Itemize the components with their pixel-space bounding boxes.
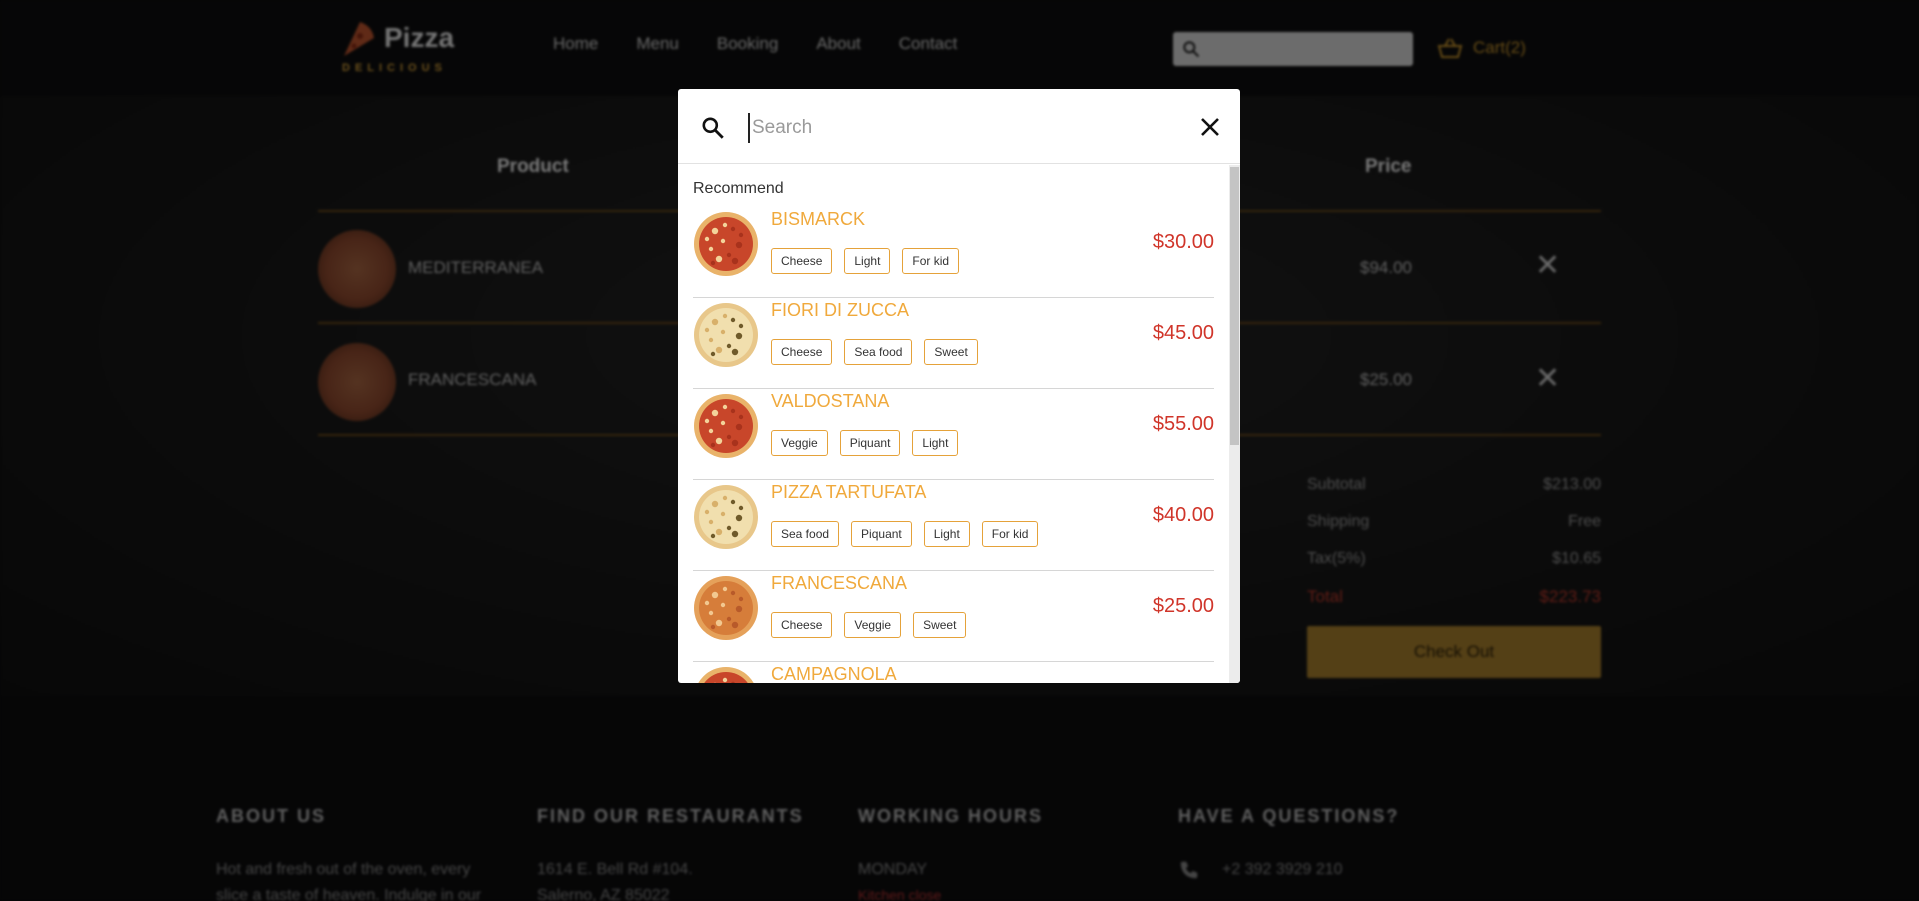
result-item-name[interactable]: BISMARCK (771, 209, 865, 230)
result-item-name[interactable]: VALDOSTANA (771, 391, 889, 412)
result-item-price: $25.00 (1152, 595, 1214, 617)
tag-chip[interactable]: Light (912, 430, 959, 456)
result-item-name[interactable]: FRANCESCANA (771, 573, 907, 594)
result-item-name[interactable]: FIORI DI ZUCCA (771, 300, 909, 321)
result-item[interactable]: FRANCESCANA Cheese Veggie Sweet $25.00 (693, 571, 1214, 662)
result-item[interactable]: BISMARCK Cheese Light For kid $30.00 (693, 207, 1214, 298)
result-item-tags: Cheese Veggie Sweet (771, 612, 967, 638)
pizza-thumbnail (694, 576, 758, 640)
tag-chip[interactable]: Piquant (851, 521, 912, 547)
tag-chip[interactable]: Cheese (771, 339, 833, 365)
tag-chip[interactable]: Cheese (771, 248, 833, 274)
tag-chip[interactable]: Veggie (771, 430, 828, 456)
tag-chip[interactable]: Sea food (844, 339, 913, 365)
pizza-thumbnail (694, 485, 758, 549)
result-list: BISMARCK Cheese Light For kid $30.00 FIORI DI… (693, 207, 1214, 683)
pizza-thumbnail (694, 394, 758, 458)
pizza-thumbnail (694, 303, 758, 367)
result-item-name[interactable]: PIZZA TARTUFATA (771, 482, 926, 503)
result-item[interactable]: PIZZA TARTUFATA Sea food Piquant Light For k… (693, 480, 1214, 571)
result-item[interactable]: VALDOSTANA Veggie Piquant Light $55.00 (693, 389, 1214, 480)
result-item-tags: Cheese Sea food Sweet (771, 339, 978, 365)
tag-chip[interactable]: Cheese (771, 612, 833, 638)
result-item-name[interactable]: CAMPAGNOLA (771, 664, 897, 683)
scrollbar-thumb[interactable] (1230, 167, 1239, 445)
result-item[interactable]: FIORI DI ZUCCA Cheese Sea food Sweet $45.00 (693, 298, 1214, 389)
recommend-label: Recommend (693, 180, 784, 197)
search-input[interactable] (748, 113, 1168, 143)
result-item-tags: Sea food Piquant Light For kid (771, 521, 1039, 547)
tag-chip[interactable]: Light (923, 521, 970, 547)
tag-chip[interactable]: Veggie (844, 612, 902, 638)
result-item-price: $30.00 (1152, 231, 1214, 253)
search-header (678, 89, 1240, 164)
search-results: Recommend BISMARCK Cheese Light For kid $30.… (678, 165, 1240, 683)
result-item-tags: Veggie Piquant Light (771, 430, 959, 456)
result-item-tags: Cheese Light For kid (771, 248, 960, 274)
tag-chip[interactable]: Piquant (839, 430, 901, 456)
results-scrollbar[interactable] (1229, 165, 1240, 683)
tag-chip[interactable]: Sweet (924, 339, 978, 365)
result-item[interactable]: CAMPAGNOLA (693, 662, 1214, 683)
result-item-price: $55.00 (1152, 413, 1214, 435)
search-icon (702, 117, 724, 139)
pizza-thumbnail (698, 667, 754, 683)
tag-chip[interactable]: For kid (902, 248, 960, 274)
result-item-price: $40.00 (1152, 504, 1214, 526)
close-icon[interactable] (1198, 115, 1222, 139)
tag-chip[interactable]: For kid (981, 521, 1039, 547)
pizza-thumbnail (694, 212, 758, 276)
tag-chip[interactable]: Sweet (913, 612, 967, 638)
search-modal: Recommend BISMARCK Cheese Light For kid $30.… (678, 89, 1240, 683)
tag-chip[interactable]: Light (844, 248, 891, 274)
result-item-price: $45.00 (1152, 322, 1214, 344)
tag-chip[interactable]: Sea food (771, 521, 840, 547)
